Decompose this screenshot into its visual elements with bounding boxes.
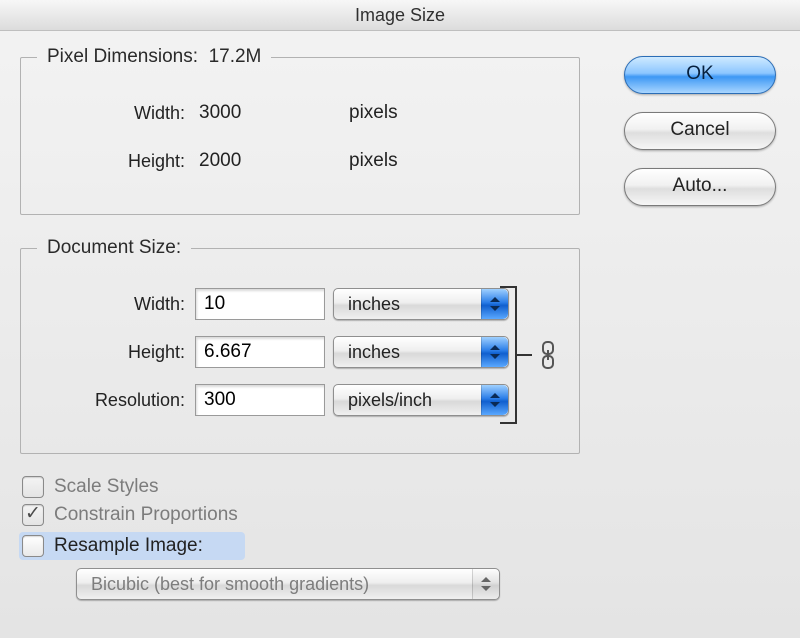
doc-height-row: Height: inches [37, 335, 563, 369]
pixel-width-value: 3000 [195, 102, 319, 124]
stepper-icon [481, 289, 508, 319]
doc-height-unit-popup[interactable]: inches [333, 336, 509, 368]
pixel-width-unit: pixels [319, 102, 479, 124]
dialog-body: Pixel Dimensions: 17.2M Width: 3000 pixe… [20, 46, 580, 600]
doc-width-input[interactable] [195, 288, 325, 320]
doc-height-input[interactable] [195, 336, 325, 368]
doc-height-label: Height: [37, 342, 195, 363]
doc-resolution-unit-popup[interactable]: pixels/inch [333, 384, 509, 416]
pixel-height-row: Height: 2000 pixels [37, 144, 563, 178]
constrain-proportions-checkbox [22, 504, 44, 526]
document-size-legend: Document Size: [37, 237, 191, 259]
image-size-dialog: Image Size Pixel Dimensions: 17.2M Width… [0, 0, 800, 638]
auto-button[interactable]: Auto... [624, 168, 776, 206]
doc-width-label: Width: [37, 294, 195, 315]
window-title: Image Size [0, 0, 800, 31]
scale-styles-label: Scale Styles [54, 476, 159, 498]
chain-link-icon [537, 341, 559, 369]
doc-width-unit-popup[interactable]: inches [333, 288, 509, 320]
pixel-height-unit: pixels [319, 150, 479, 172]
doc-resolution-label: Resolution: [37, 390, 195, 411]
resample-method-popup: Bicubic (best for smooth gradients) [76, 568, 500, 600]
scale-styles-checkbox [22, 476, 44, 498]
resample-image-label: Resample Image: [54, 535, 203, 557]
doc-width-row: Width: inches [37, 287, 563, 321]
stepper-icon [481, 385, 508, 415]
cancel-button[interactable]: Cancel [624, 112, 776, 150]
pixel-height-label: Height: [37, 151, 195, 172]
document-size-group: Document Size: Width: inches Height: [20, 237, 580, 454]
ok-button[interactable]: OK [624, 56, 776, 94]
dialog-buttons: OK Cancel Auto... [620, 56, 780, 224]
resample-image-checkbox[interactable] [22, 535, 44, 557]
pixel-dimensions-size: 17.2M [209, 46, 262, 67]
pixel-width-row: Width: 3000 pixels [37, 96, 563, 130]
constrain-proportions-row: Constrain Proportions [22, 504, 580, 526]
constrain-proportions-label: Constrain Proportions [54, 504, 238, 526]
doc-resolution-row: Resolution: pixels/inch [37, 383, 563, 417]
stepper-icon [472, 569, 499, 599]
pixel-width-label: Width: [37, 103, 195, 124]
doc-resolution-input[interactable] [195, 384, 325, 416]
pixel-height-value: 2000 [195, 150, 319, 172]
pixel-dimensions-group: Pixel Dimensions: 17.2M Width: 3000 pixe… [20, 46, 580, 215]
scale-styles-row: Scale Styles [22, 476, 580, 498]
resample-image-row[interactable]: Resample Image: [19, 532, 245, 560]
stepper-icon [481, 337, 508, 367]
pixel-dimensions-legend: Pixel Dimensions: 17.2M [37, 46, 271, 68]
